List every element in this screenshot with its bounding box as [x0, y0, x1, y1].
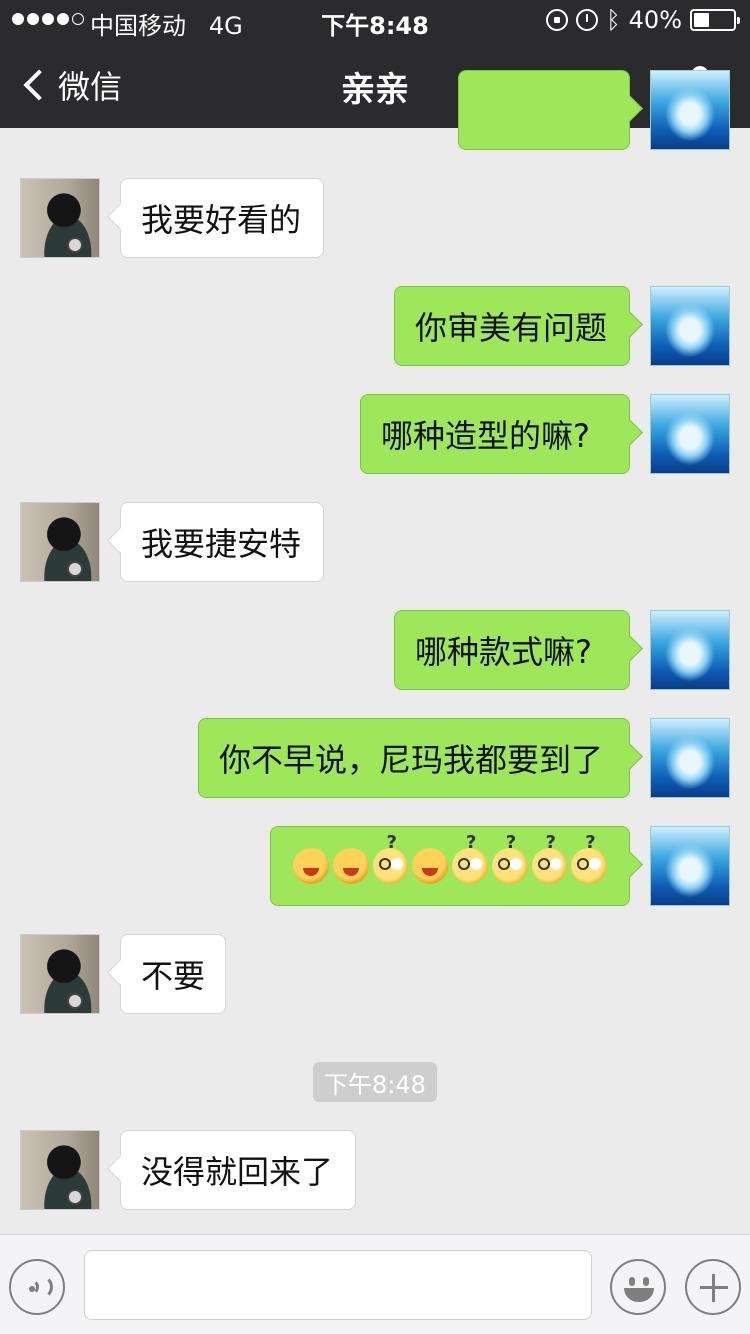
status-bar: 中国移动 4G 下午8:48 ᛒ 40%: [0, 0, 750, 40]
dizzy-emoji-icon: [571, 832, 607, 884]
dizzy-emoji-icon: [491, 832, 528, 884]
my-avatar[interactable]: [650, 826, 730, 906]
message-bubble[interactable]: 我要好看的: [120, 178, 324, 258]
message-text: 你审美有问题: [415, 309, 608, 347]
contact-avatar[interactable]: [20, 934, 100, 1014]
battery-percent: 40%: [628, 6, 682, 34]
my-avatar[interactable]: [650, 394, 730, 474]
status-right: ᛒ 40%: [546, 6, 740, 34]
my-avatar[interactable]: [650, 718, 730, 798]
dizzy-emoji-icon: [372, 832, 409, 884]
dizzy-emoji-icon: [531, 832, 568, 884]
dizzy-emoji-icon: [452, 832, 488, 884]
message-text: 哪种款式嘛?: [415, 633, 592, 671]
message-text: 哪种造型的嘛?: [381, 417, 590, 455]
message-text: 不要: [141, 957, 206, 995]
angry-emoji-icon: [293, 848, 329, 884]
battery-icon: [690, 9, 740, 31]
message-bubble[interactable]: 没得就回来了: [120, 1130, 356, 1210]
rotation-lock-icon: [546, 9, 569, 31]
more-button[interactable]: [685, 1259, 741, 1315]
my-avatar[interactable]: [650, 286, 730, 366]
angry-emoji-icon: [332, 848, 369, 884]
alarm-icon: [576, 9, 599, 31]
message-input[interactable]: [84, 1250, 592, 1320]
message-bubble[interactable]: 哪种造型的嘛?: [360, 394, 630, 474]
message-text: 我要捷安特: [141, 525, 302, 563]
angry-emoji-icon: [412, 848, 448, 884]
chat-timestamp: 下午8:48: [313, 1062, 437, 1102]
message-bubble-partial: [458, 70, 630, 150]
my-avatar[interactable]: [650, 610, 730, 690]
navigation-bar: 微信 亲亲: [0, 40, 750, 128]
voice-button[interactable]: [9, 1259, 65, 1315]
message-bubble[interactable]: [270, 826, 630, 906]
contact-avatar[interactable]: [20, 1130, 100, 1210]
my-avatar[interactable]: [650, 70, 730, 150]
message-text: 没得就回来了: [141, 1153, 334, 1191]
message-bubble[interactable]: 你审美有问题: [394, 286, 630, 366]
message-bubble[interactable]: 哪种款式嘛?: [394, 610, 630, 690]
bluetooth-icon: ᛒ: [606, 6, 621, 34]
contact-avatar[interactable]: [20, 502, 100, 582]
contact-avatar[interactable]: [20, 178, 100, 258]
message-bubble[interactable]: 不要: [120, 934, 226, 1014]
message-text: 我要好看的: [141, 201, 302, 239]
message-text: 你不早说，尼玛我都要到了: [219, 741, 604, 779]
input-bar: [0, 1234, 750, 1334]
emoji-button[interactable]: [610, 1259, 666, 1315]
message-bubble[interactable]: 我要捷安特: [120, 502, 324, 582]
message-bubble[interactable]: 你不早说，尼玛我都要到了: [198, 718, 630, 798]
